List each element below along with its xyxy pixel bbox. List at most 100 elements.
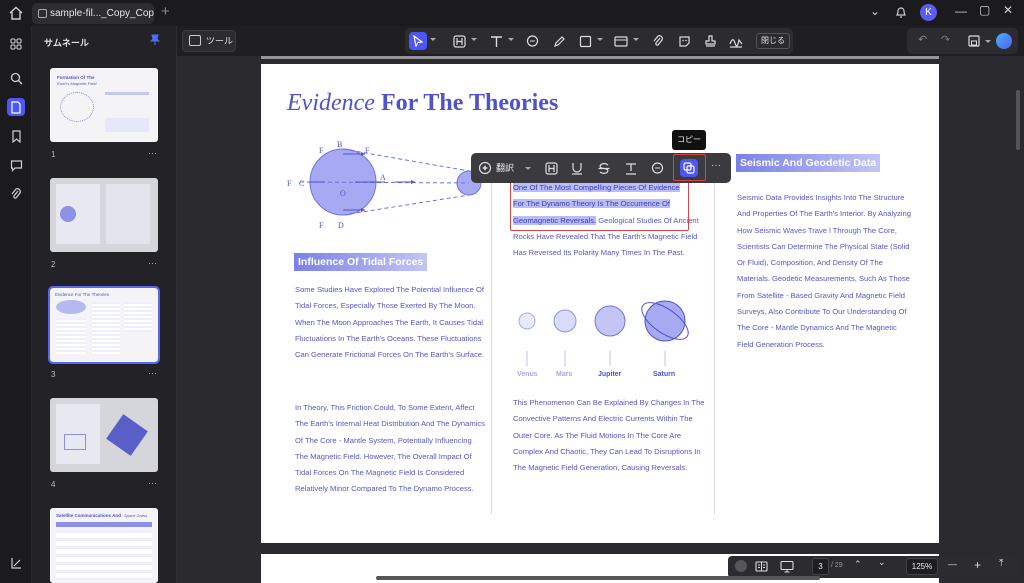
- thumbnail-1-label: 1: [51, 150, 56, 159]
- page-thumbnail-2[interactable]: [50, 178, 158, 252]
- highlight-caret-icon[interactable]: [471, 38, 477, 41]
- bookmark-icon[interactable]: [7, 127, 25, 145]
- planet-label-mars: Mars: [556, 371, 573, 378]
- stamp-area-icon[interactable]: [612, 32, 630, 50]
- thumbnail-5-table: [56, 530, 152, 580]
- thumbnail-3-more-icon[interactable]: ···: [148, 368, 157, 378]
- collapse-icon[interactable]: [735, 560, 747, 572]
- title-bar: sample-fil..._Copy_Copy + ⌄ K — ▢ ✕: [0, 0, 1024, 26]
- thumbnail-5-title: Satellite Communications And: [56, 513, 121, 518]
- thumbnail-panel: サムネール Formation Of The Earth's Magnetic …: [32, 26, 177, 583]
- fit-width-icon[interactable]: ⤒: [999, 558, 1003, 569]
- attach-tool-icon[interactable]: [649, 32, 667, 50]
- two-page-view-icon[interactable]: [755, 560, 768, 573]
- apps-grid-icon[interactable]: [7, 35, 25, 53]
- save-icon[interactable]: [968, 35, 980, 47]
- diagram-label-a: A: [380, 173, 386, 182]
- search-icon[interactable]: [7, 69, 25, 87]
- thumbnail-2-figure: [60, 206, 76, 222]
- page-thumbnail-5[interactable]: Satellite Communications And Space Grass: [50, 508, 158, 583]
- previous-page-icon[interactable]: ⌃: [854, 559, 862, 570]
- notification-bell-icon[interactable]: [895, 5, 907, 19]
- avatar[interactable]: K: [920, 4, 937, 21]
- zoom-in-icon[interactable]: +: [974, 558, 981, 572]
- text-color-icon[interactable]: [622, 159, 640, 177]
- thumbnail-4-more-icon[interactable]: ···: [148, 478, 157, 488]
- strikethrough-icon[interactable]: [595, 159, 613, 177]
- thumbnail-4-figure: [64, 434, 86, 450]
- page-heading: Evidence For The Theories: [287, 90, 558, 117]
- dynamo-paragraph-2: This Phenomenon Can Be Explained By Chan…: [513, 398, 705, 473]
- minimize-icon[interactable]: —: [955, 4, 967, 18]
- signature-icon[interactable]: [727, 32, 745, 50]
- page-thumbnail-4[interactable]: [50, 398, 158, 472]
- underline-icon[interactable]: [568, 159, 586, 177]
- highlight-text-icon[interactable]: [542, 159, 560, 177]
- thumbnail-3-label: 3: [51, 370, 56, 379]
- shape-tool-icon[interactable]: [576, 32, 594, 50]
- text-tool-icon[interactable]: [487, 32, 505, 50]
- chevron-down-icon[interactable]: ⌄: [870, 4, 880, 18]
- vertical-scrollbar[interactable]: [1016, 90, 1020, 150]
- sign-icon[interactable]: [7, 554, 25, 572]
- tidal-force-diagram: B F F F C O A F D: [287, 140, 482, 230]
- thumbnail-3-text: [56, 318, 86, 354]
- text-caret-icon[interactable]: [508, 38, 514, 41]
- shape-caret-icon[interactable]: [597, 38, 603, 41]
- maximize-icon[interactable]: ▢: [979, 3, 990, 17]
- highlight-box-icon[interactable]: [450, 32, 468, 50]
- diagram-label-b: B: [337, 140, 342, 149]
- stamp-icon[interactable]: [701, 32, 719, 50]
- zoom-out-icon[interactable]: —: [948, 559, 957, 569]
- document-tab[interactable]: sample-fil..._Copy_Copy: [32, 3, 154, 24]
- current-page-input[interactable]: 3: [812, 558, 829, 575]
- diagram-label-d: D: [338, 221, 344, 230]
- translate-caret-icon[interactable]: [525, 167, 531, 170]
- translate-label[interactable]: 翻訳: [496, 161, 514, 174]
- thumbnail-icon[interactable]: [7, 98, 25, 116]
- sticker-icon[interactable]: [675, 32, 693, 50]
- horizontal-scrollbar[interactable]: [376, 576, 820, 580]
- planet-size-illustration: [518, 300, 689, 366]
- ai-sparkle-icon[interactable]: [476, 159, 494, 177]
- close-window-icon[interactable]: ✕: [1003, 3, 1013, 17]
- presentation-icon[interactable]: [780, 560, 794, 573]
- tools-button[interactable]: ツール: [182, 30, 236, 52]
- pen-tool-icon[interactable]: [550, 32, 568, 50]
- previous-page-edge: [261, 56, 939, 59]
- thumbnail-1-line: [105, 92, 149, 95]
- comment-tool-icon[interactable]: [523, 32, 541, 50]
- page-thumbnail-1[interactable]: Formation Of The Earth's Magnetic Field: [50, 68, 158, 142]
- document-viewport: Evidence For The Theories B F F F C O A …: [177, 56, 1024, 583]
- add-comment-icon[interactable]: [648, 159, 666, 177]
- thumbnail-panel-title: サムネール: [44, 38, 89, 48]
- thumbnail-1-more-icon[interactable]: ···: [148, 148, 157, 158]
- add-tab-icon[interactable]: +: [161, 3, 170, 20]
- toolbox-icon: [189, 35, 201, 46]
- comment-icon[interactable]: [7, 156, 25, 174]
- undo-icon[interactable]: ↶: [918, 33, 927, 46]
- page-thumbnail-3[interactable]: Evidence For The Theories: [48, 286, 160, 364]
- thumbnail-4-label: 4: [51, 480, 56, 489]
- thumbnail-5-header-row: [56, 522, 152, 527]
- attachment-icon[interactable]: [7, 185, 25, 203]
- seismic-data-paragraph: Seismic Data Provides Insights Into The …: [737, 193, 911, 349]
- zoom-level[interactable]: 125%: [906, 558, 938, 575]
- thumbnail-2-more-icon[interactable]: ···: [148, 258, 157, 268]
- thumbnail-3-text-3: [124, 302, 152, 332]
- select-cursor-icon[interactable]: [409, 32, 427, 50]
- area-caret-icon[interactable]: [633, 38, 639, 41]
- pin-icon[interactable]: [150, 34, 160, 46]
- redo-icon[interactable]: ↷: [941, 33, 950, 46]
- next-page-icon[interactable]: ⌄: [878, 557, 886, 568]
- more-options-icon[interactable]: ···: [711, 160, 721, 171]
- diagram-label-c: C: [299, 179, 304, 188]
- document-tab-label: sample-fil..._Copy_Copy: [50, 8, 154, 19]
- select-caret-icon[interactable]: [430, 38, 436, 41]
- thumbnail-3-text-2: [92, 302, 120, 354]
- ai-assistant-icon[interactable]: [996, 33, 1012, 49]
- home-icon[interactable]: [8, 5, 24, 21]
- planet-label-venus: Venus: [517, 371, 538, 378]
- close-edit-button[interactable]: 閉じる: [756, 33, 790, 49]
- save-caret-icon[interactable]: [985, 40, 991, 43]
